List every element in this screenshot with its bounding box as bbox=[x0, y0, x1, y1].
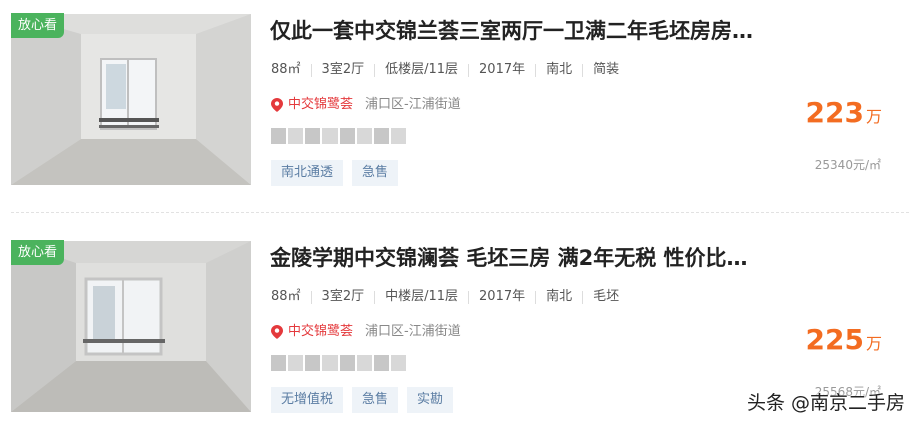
price-unit: 万 bbox=[865, 107, 882, 126]
watermark-text: 头条 @南京二手房 bbox=[746, 392, 905, 414]
price-value: 223 bbox=[805, 96, 864, 129]
listing-title[interactable]: 金陵学期中交锦澜荟 毛坯三房 满2年无税 性价比… bbox=[270, 241, 790, 275]
verified-badge: 放心看 bbox=[11, 240, 65, 265]
listing-location: 中交锦鹭荟 浦口区-江浦街道 bbox=[271, 322, 461, 342]
divider bbox=[468, 63, 470, 77]
decoration: 简装 bbox=[593, 62, 620, 77]
price-value: 225 bbox=[805, 323, 864, 356]
total-price: 223 万 bbox=[806, 96, 882, 129]
tag: 急售 bbox=[352, 160, 399, 186]
layout: 3室2厅 bbox=[321, 289, 365, 304]
blurred-text bbox=[271, 128, 406, 144]
map-pin-icon bbox=[271, 325, 283, 339]
tag-list: 南北通透 急售 bbox=[271, 160, 399, 186]
tag: 实勘 bbox=[407, 387, 454, 413]
listing-location: 中交锦鹭荟 浦口区-江浦街道 bbox=[271, 95, 461, 115]
year: 2017年 bbox=[479, 62, 526, 77]
listing-divider bbox=[11, 212, 909, 213]
listing-meta: 88㎡ 3室2厅 低楼层/11层 2017年 南北 简装 bbox=[271, 60, 619, 80]
divider bbox=[582, 63, 584, 77]
area: 88㎡ bbox=[271, 289, 301, 304]
listing-title[interactable]: 仅此一套中交锦兰荟三室两厅一卫满二年毛坯房房… bbox=[270, 14, 790, 48]
tag: 南北通透 bbox=[271, 160, 344, 186]
total-price: 225 万 bbox=[806, 323, 882, 356]
divider bbox=[468, 290, 470, 304]
divider bbox=[582, 290, 584, 304]
blurred-text bbox=[271, 355, 406, 371]
tag: 无增值税 bbox=[271, 387, 344, 413]
layout: 3室2厅 bbox=[321, 62, 365, 77]
unit-price: 25340元/㎡ bbox=[814, 158, 881, 172]
price-unit: 万 bbox=[865, 334, 882, 353]
verified-badge: 放心看 bbox=[11, 13, 65, 38]
floor: 中楼层/11层 bbox=[385, 289, 459, 304]
listing-card[interactable]: 放心看 仅此一套中交锦兰荟三室两厅一卫满二年毛坯房房… 88㎡ 3室2厅 低楼层… bbox=[0, 0, 919, 200]
divider bbox=[310, 63, 312, 77]
watermark: 头条 @南京二手房 bbox=[747, 388, 905, 415]
orientation: 南北 bbox=[546, 289, 573, 304]
listing-photo[interactable] bbox=[11, 241, 251, 412]
area: 88㎡ bbox=[271, 62, 301, 77]
tag: 急售 bbox=[352, 387, 399, 413]
listing-photo[interactable] bbox=[11, 14, 251, 185]
orientation: 南北 bbox=[546, 62, 573, 77]
community-link[interactable]: 中交锦鹭荟 bbox=[288, 322, 353, 342]
divider bbox=[374, 63, 376, 77]
map-pin-icon bbox=[271, 98, 283, 112]
divider bbox=[310, 290, 312, 304]
divider bbox=[535, 290, 537, 304]
community-link[interactable]: 中交锦鹭荟 bbox=[288, 95, 353, 115]
divider bbox=[535, 63, 537, 77]
listing-meta: 88㎡ 3室2厅 中楼层/11层 2017年 南北 毛坯 bbox=[271, 287, 619, 307]
room-photo bbox=[11, 14, 251, 185]
room-photo bbox=[11, 241, 251, 412]
district-text: 浦口区-江浦街道 bbox=[365, 97, 461, 112]
floor: 低楼层/11层 bbox=[385, 62, 459, 77]
tag-list: 无增值税 急售 实勘 bbox=[271, 387, 454, 413]
decoration: 毛坯 bbox=[593, 289, 620, 304]
district-text: 浦口区-江浦街道 bbox=[365, 324, 461, 339]
year: 2017年 bbox=[479, 289, 526, 304]
divider bbox=[374, 290, 376, 304]
